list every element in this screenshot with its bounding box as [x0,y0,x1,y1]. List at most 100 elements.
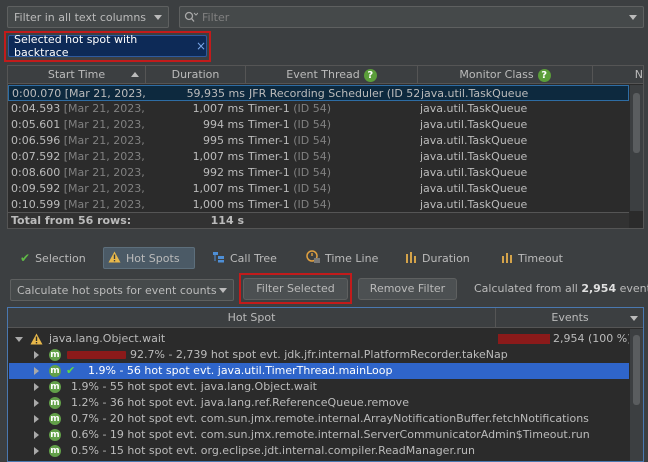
remove-filter-button[interactable]: Remove Filter [358,278,457,300]
tab-call-tree[interactable]: Call Tree [208,247,288,269]
monitor-class-cell: java.util.TaskQueue [420,182,528,195]
table-row[interactable]: 0:09.592 [Mar 21, 2023, 1,007 ms Timer-1 (… [8,181,629,197]
warning-icon [108,251,121,266]
tree-item-row[interactable]: m 0.6% - 19 hot spot evt. com.sun.jmx.rem… [9,427,629,443]
hotspot-mode-select[interactable]: Calculate hot spots for event counts [10,279,234,301]
help-icon[interactable]: ? [363,68,377,82]
event-thread-cell: Timer-1 (ID 54) [248,182,332,195]
collapsed-arrow-icon[interactable] [34,383,39,391]
filter-chip[interactable]: Selected hot spot with backtrace × [8,33,207,59]
table-row[interactable]: 0:10.599 [Mar 21, 2023, 1,000 ms Timer-1 (… [8,197,629,213]
method-icon: m [49,349,61,361]
tree-item-row[interactable]: m 0.7% - 20 hot spot evt. com.sun.jmx.rem… [9,411,629,427]
monitor-class-cell: java.util.TaskQueue [420,150,528,163]
table-row[interactable]: 0:00.070 [Mar 21, 2023, ... 59,935 ms JFR … [8,85,629,101]
monitor-class-cell: java.util.TaskQueue [420,102,528,115]
start-time-cell: 0:06.596 [Mar 21, 2023, [11,134,145,147]
collapsed-arrow-icon[interactable] [34,447,39,455]
method-icon: m [49,381,61,393]
chevron-down-icon [219,288,227,293]
tree-item-row[interactable]: m 0.5% - 15 hot spot evt. org.eclipse.jdt… [9,443,629,459]
hotspot-label: 1.9% - 56 hot spot evt. java.util.TimerT… [88,364,393,377]
close-icon[interactable]: × [196,39,206,53]
hotspot-label: 92.7% - 2,739 hot spot evt. jdk.jfr.inte… [130,348,508,361]
method-icon: m [49,429,61,441]
tab-selection[interactable]: ✔ Selection [16,247,92,269]
collapsed-arrow-icon[interactable] [34,351,39,359]
monitor-class-cell: java.util.TaskQueue [420,166,528,179]
method-icon: m [49,365,61,377]
collapsed-arrow-icon[interactable] [34,399,39,407]
monitor-class-cell: java.util.TaskQueue [420,134,528,147]
search-icon [184,11,198,23]
collapsed-arrow-icon[interactable] [34,367,39,375]
column-header-start-time[interactable]: Start Time [8,66,146,84]
column-header-monitor-class[interactable]: Monitor Class? [418,66,593,84]
duration-icon [405,251,417,266]
start-time-cell: 0:09.592 [Mar 21, 2023, [11,182,145,195]
start-time-cell: 0:00.070 [Mar 21, 2023, ... [12,87,146,100]
column-filter-label: Filter in all text columns [14,10,147,24]
tab-timeout[interactable]: Timeout [497,247,571,269]
method-icon: m [49,397,61,409]
table-row[interactable]: 0:07.592 [Mar 21, 2023, 1,007 ms Timer-1 (… [8,149,629,165]
call-tree-icon [212,251,225,266]
total-value: 114 s [210,214,244,227]
expanded-arrow-icon[interactable] [15,337,23,342]
column-header-n[interactable]: N [593,66,643,84]
column-header-event-thread[interactable]: Event Thread? [246,66,418,84]
column-filter-select[interactable]: Filter in all text columns [7,6,169,28]
tree-item-row[interactable]: m 1.9% - 55 hot spot evt. java.lang.Objec… [9,379,629,395]
tab-duration[interactable]: Duration [401,247,477,269]
duration-cell: 994 ms [203,118,244,131]
warning-icon [30,333,43,347]
filter-selected-button[interactable]: Filter Selected [243,278,348,300]
event-thread-cell: Timer-1 (ID 54) [248,198,332,211]
table-row[interactable]: 0:08.600 [Mar 21, 2023, 992 ms Timer-1 (ID… [8,165,629,181]
event-thread-cell: Timer-1 (ID 54) [248,118,332,131]
start-time-cell: 0:04.593 [Mar 21, 2023, [11,102,145,115]
column-header-hot-spot[interactable]: Hot Spot [8,308,496,328]
monitor-class-cell: java.util.TaskQueue [420,118,528,131]
check-icon: ✔ [20,251,31,265]
tree-item-row[interactable]: m 92.7% - 2,739 hot spot evt. jdk.jfr.int… [9,347,629,363]
calculated-count: 2,954 [581,282,617,295]
monitor-class-cell: java.util.TaskQueue [420,198,528,211]
hotspot-tree: Hot Spot Events java.lang.Object.wait 2,… [7,307,644,462]
table-scrollbar[interactable] [630,85,643,211]
hotspot-label: 1.9% - 55 hot spot evt. java.lang.Object… [71,380,317,393]
calculated-from-text: Calculated from all 2,954 events [474,282,648,295]
tab-time-line[interactable]: Time Line [302,247,386,269]
table-row[interactable]: 0:04.593 [Mar 21, 2023, 1,007 ms Timer-1 (… [8,101,629,117]
column-header-duration[interactable]: Duration [146,66,246,84]
scrollbar-thumb[interactable] [633,335,640,405]
tree-item-row[interactable]: m 1.2% - 36 hot spot evt. java.lang.ref.R… [9,395,629,411]
tab-hot-spots[interactable]: Hot Spots [103,247,195,269]
filter-chip-label: Selected hot spot with backtrace [14,33,138,59]
tree-item-row[interactable]: m ✔ 1.9% - 56 hot spot evt. java.util.Time… [9,363,629,379]
help-icon[interactable]: ? [537,68,551,82]
duration-cell: 1,007 ms [192,102,244,115]
check-icon: ✔ [66,364,76,377]
duration-cell: 1,007 ms [192,182,244,195]
method-icon: m [49,445,61,457]
event-thread-cell: Timer-1 (ID 54) [248,134,332,147]
chevron-down-icon [154,15,162,20]
time-line-icon [306,250,320,266]
collapsed-arrow-icon[interactable] [34,431,39,439]
chevron-down-icon [629,15,637,20]
root-events-value: 2,954 (100 %) [553,332,629,345]
duration-cell: 992 ms [203,166,244,179]
table-row[interactable]: 0:05.601 [Mar 21, 2023, 994 ms Timer-1 (ID… [8,117,629,133]
table-row[interactable]: 0:06.596 [Mar 21, 2023, 995 ms Timer-1 (ID… [8,133,629,149]
scrollbar-thumb[interactable] [633,93,640,153]
duration-cell: 59,935 ms [186,87,245,100]
events-bar [498,334,550,344]
collapsed-arrow-icon[interactable] [34,415,39,423]
sort-asc-icon [131,72,139,77]
table-header: Start Time Duration Event Thread? Monito… [8,66,643,84]
tree-scrollbar[interactable] [630,329,643,461]
column-header-events[interactable]: Events [496,308,643,328]
search-input[interactable]: Filter [179,6,644,28]
tree-root-row[interactable]: java.lang.Object.wait 2,954 (100 %) [9,331,629,347]
